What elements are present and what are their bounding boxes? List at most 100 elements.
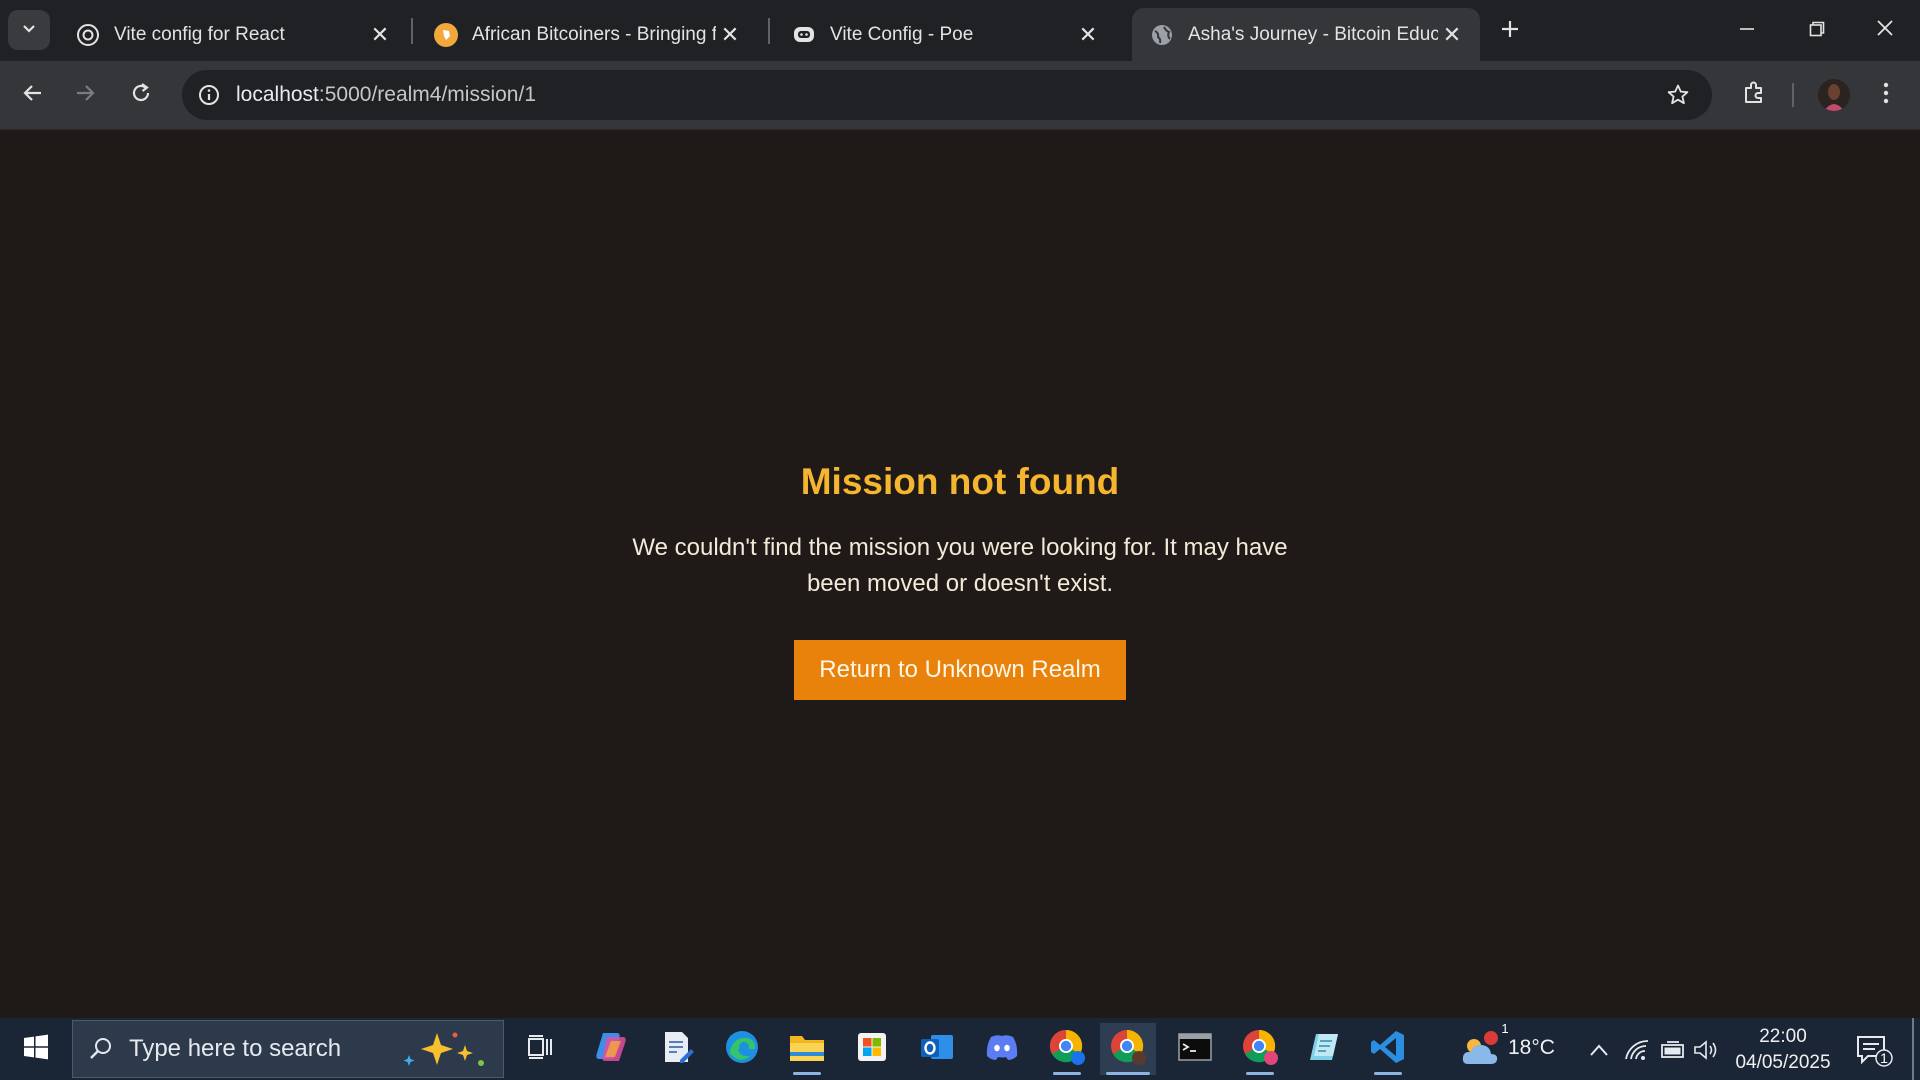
volume-icon[interactable] [1692, 1036, 1720, 1064]
taskbar-search-box[interactable]: Type here to search [72, 1020, 504, 1078]
toolbar-divider [1792, 83, 1794, 107]
close-icon[interactable]: ✕ [366, 21, 394, 49]
arrow-right-icon [74, 82, 96, 109]
close-icon[interactable]: ✕ [1074, 21, 1102, 49]
store-icon [856, 1031, 888, 1068]
taskbar-edge[interactable] [714, 1023, 770, 1075]
weather-temperature[interactable]: 18°C [1508, 1036, 1555, 1060]
not-found-message: Mission not found We couldn't find the m… [560, 460, 1360, 700]
browser-menu-button[interactable] [1868, 74, 1904, 116]
taskbar-terminal[interactable] [1167, 1023, 1223, 1075]
document-pen-icon [660, 1030, 694, 1069]
folder-icon [789, 1032, 825, 1067]
discord-icon [985, 1033, 1019, 1066]
tab-vite-config-react[interactable]: Vite config for React ✕ [58, 8, 408, 61]
bookmark-star-icon[interactable] [1662, 79, 1694, 111]
close-icon[interactable]: ✕ [716, 21, 744, 49]
task-view-icon [526, 1033, 554, 1066]
return-to-realm-button[interactable]: Return to Unknown Realm [794, 640, 1126, 700]
tab-ashas-journey[interactable]: Asha's Journey - Bitcoin Education ✕ [1132, 8, 1480, 61]
system-clock[interactable]: 22:00 04/05/2025 [1718, 1024, 1848, 1076]
reload-icon [130, 82, 152, 109]
reload-button[interactable] [120, 74, 162, 116]
puzzle-icon [1741, 80, 1767, 111]
address-bar[interactable]: localhost:5000/realm4/mission/1 [182, 70, 1712, 120]
taskbar-chrome-profile-2[interactable] [1100, 1023, 1156, 1075]
page-title: Mission not found [800, 461, 1120, 502]
taskbar-microsoft-store[interactable] [844, 1023, 900, 1075]
openai-icon [76, 23, 100, 47]
tab-separator [768, 18, 770, 44]
wifi-icon[interactable] [1623, 1036, 1651, 1064]
url-path: :5000/realm4/mission/1 [318, 83, 536, 106]
close-icon [1876, 17, 1894, 43]
notification-center-button[interactable]: 1 [1854, 1032, 1894, 1068]
new-tab-button[interactable] [1492, 12, 1528, 48]
close-icon[interactable]: ✕ [1438, 21, 1466, 49]
url-text[interactable]: localhost:5000/realm4/mission/1 [236, 83, 536, 107]
minimize-icon [1739, 17, 1755, 43]
taskbar-outlook[interactable] [909, 1023, 965, 1075]
weather-icon[interactable] [1460, 1030, 1502, 1068]
tab-title: Asha's Journey - Bitcoin Education [1188, 23, 1438, 45]
taskbar-notes-app[interactable] [1297, 1023, 1353, 1075]
tab-strip: Vite config for React ✕ African Bitcoine… [0, 0, 1920, 61]
chrome-icon [1109, 1028, 1147, 1071]
windows-taskbar: Type here to search 1 18°C 22:00 04/05/2… [0, 1018, 1920, 1080]
globe-icon [1150, 23, 1174, 47]
clock-date: 04/05/2025 [1735, 1052, 1831, 1073]
restore-icon [1809, 17, 1825, 43]
chevron-down-icon [21, 20, 37, 41]
poe-icon [792, 23, 816, 47]
taskbar-chrome-profile-3[interactable] [1232, 1023, 1288, 1075]
page-content: Mission not found We couldn't find the m… [0, 130, 1920, 1018]
minimize-button[interactable] [1712, 0, 1782, 60]
restore-button[interactable] [1782, 0, 1852, 60]
profile-avatar[interactable] [1818, 79, 1850, 111]
taskbar-file-explorer[interactable] [779, 1023, 835, 1075]
tab-title: Vite Config - Poe [830, 23, 974, 45]
site-info-icon[interactable] [192, 78, 226, 112]
url-host: localhost [236, 83, 319, 106]
start-button[interactable] [10, 1026, 62, 1072]
tab-title: African Bitcoiners - Bringing free [472, 23, 716, 45]
forward-button[interactable] [64, 74, 106, 116]
notification-count: 1 [1880, 1050, 1888, 1066]
task-view-button[interactable] [512, 1023, 568, 1075]
more-vertical-icon [1882, 81, 1890, 110]
edge-icon [724, 1029, 760, 1070]
tab-search-button[interactable] [8, 10, 50, 50]
chevron-up-icon[interactable] [1585, 1036, 1613, 1064]
african-bitcoiners-icon [434, 22, 458, 47]
clock-time: 22:00 [1759, 1026, 1807, 1047]
battery-icon[interactable] [1659, 1036, 1687, 1064]
chrome-icon [1241, 1028, 1279, 1071]
back-button[interactable] [12, 74, 54, 116]
tab-african-bitcoiners[interactable]: African Bitcoiners - Bringing free ✕ [416, 8, 758, 61]
vscode-icon [1370, 1029, 1406, 1070]
extensions-button[interactable] [1733, 74, 1775, 116]
plus-icon [1500, 13, 1520, 47]
taskbar-copilot[interactable] [583, 1023, 639, 1075]
notepad-icon [1308, 1030, 1342, 1069]
tab-title: Vite config for React [114, 23, 285, 45]
search-icon [73, 1036, 129, 1062]
tab-separator [411, 18, 413, 44]
error-description: We couldn't find the mission you were lo… [632, 534, 1288, 597]
search-placeholder: Type here to search [129, 1035, 342, 1062]
windows-logo-icon [23, 1034, 49, 1065]
taskbar-chrome-profile-1[interactable] [1039, 1023, 1095, 1075]
chrome-icon [1048, 1028, 1086, 1071]
window-close-button[interactable] [1850, 0, 1920, 60]
show-desktop-button[interactable] [1912, 1018, 1914, 1080]
browser-toolbar: localhost:5000/realm4/mission/1 [0, 61, 1920, 130]
taskbar-vscode[interactable] [1360, 1023, 1416, 1075]
taskbar-file-app[interactable] [649, 1023, 705, 1075]
copilot-icon [593, 1031, 629, 1068]
copilot-sparkle-icon[interactable] [395, 1029, 491, 1076]
terminal-icon [1178, 1032, 1212, 1067]
outlook-icon [919, 1031, 955, 1068]
tab-vite-config-poe[interactable]: Vite Config - Poe ✕ [774, 8, 1116, 61]
arrow-left-icon [22, 82, 44, 109]
taskbar-discord[interactable] [974, 1023, 1030, 1075]
